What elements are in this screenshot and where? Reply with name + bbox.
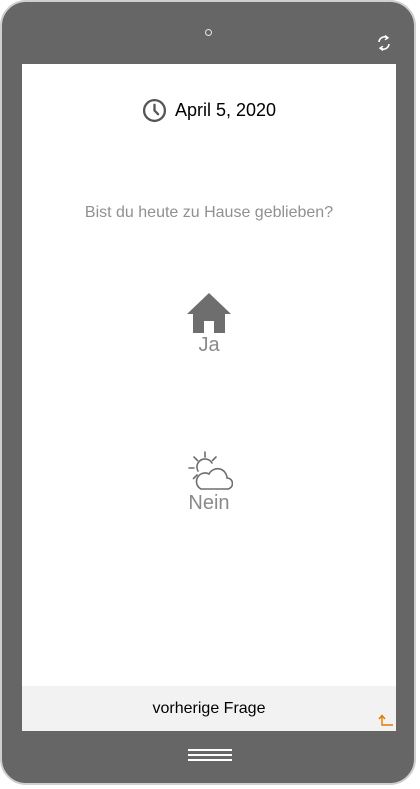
previous-question-button[interactable]: vorherige Frage [22, 686, 396, 731]
date-text: April 5, 2020 [174, 100, 277, 120]
answer-no-button[interactable]: Nein [159, 450, 259, 514]
clock-icon [142, 98, 167, 123]
answer-no-label: Nein [188, 492, 230, 514]
device-frame: April 5, 2020 Bist du heute zu Hause geb… [0, 0, 416, 785]
menu-line [188, 749, 232, 751]
house-icon [187, 293, 231, 333]
camera-dot [205, 29, 212, 36]
question-text: Bist du heute zu Hause geblieben? [84, 204, 334, 221]
answer-yes-label: Ja [198, 334, 220, 356]
menu-line [188, 759, 232, 761]
footer-bar: vorherige Frage [22, 686, 396, 731]
menu-line [188, 754, 232, 756]
sun-cloud-icon [188, 451, 233, 490]
date-header: April 5, 2020 [22, 98, 396, 123]
return-arrow-icon[interactable] [378, 714, 394, 728]
app-screen: April 5, 2020 Bist du heute zu Hause geb… [22, 64, 396, 731]
rotate-icon[interactable] [374, 33, 394, 53]
answer-yes-button[interactable]: Ja [159, 292, 259, 356]
home-menu-button[interactable] [188, 749, 232, 765]
